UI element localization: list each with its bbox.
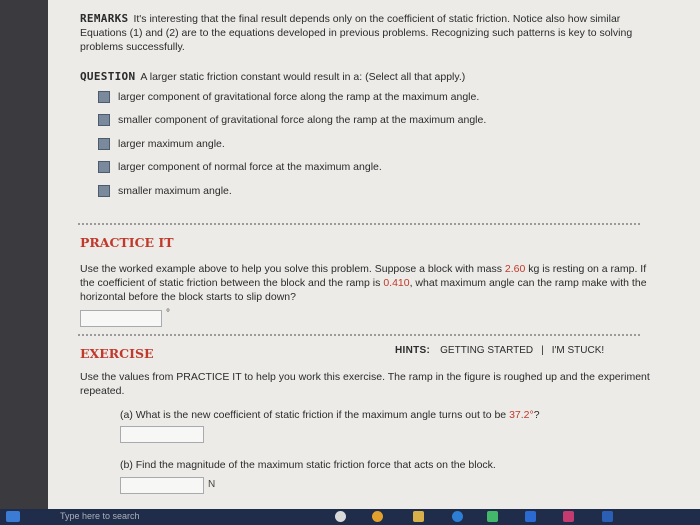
option-label: smaller component of gravitational force… <box>118 114 487 127</box>
option-label: smaller maximum angle. <box>118 184 232 197</box>
checkbox[interactable] <box>98 90 110 103</box>
checkbox[interactable] <box>98 184 110 197</box>
practice-text-part: Use the worked example above to help you… <box>80 263 505 275</box>
windows-start-icon[interactable] <box>6 511 20 522</box>
exercise-heading: EXERCISE <box>80 346 154 361</box>
option-larger-gravity-component[interactable]: larger component of gravitational force … <box>98 85 598 109</box>
section-divider <box>78 334 640 336</box>
part-b-answer-input[interactable] <box>120 477 204 494</box>
degree-unit: ° <box>166 308 170 319</box>
newton-unit: N <box>208 479 216 490</box>
remarks-text: It's interesting that the final result d… <box>80 13 633 53</box>
checkbox[interactable] <box>98 137 110 150</box>
angle-value: 37.2° <box>509 409 534 421</box>
part-a-text-part: ? <box>533 409 540 421</box>
remarks-section: REMARKS It's interesting that the final r… <box>80 12 650 54</box>
option-larger-normal-component[interactable]: larger component of normal force at the … <box>98 156 598 180</box>
practice-answer-input[interactable] <box>80 310 162 327</box>
mu-value: 0.410 <box>383 277 410 289</box>
option-label: larger component of normal force at the … <box>118 161 382 174</box>
option-smaller-gravity-component[interactable]: smaller component of gravitational force… <box>98 109 598 133</box>
question-text: A larger static friction constant would … <box>140 71 466 83</box>
edge-icon[interactable] <box>452 511 463 522</box>
browser-icon[interactable] <box>335 511 346 522</box>
chrome-icon[interactable] <box>372 511 383 522</box>
part-b-text: (b) Find the magnitude of the maximum st… <box>120 459 496 471</box>
app-icon[interactable] <box>525 511 536 522</box>
app-icon[interactable] <box>487 511 498 522</box>
mass-value: 2.60 <box>504 263 526 275</box>
practice-heading: PRACTICE IT <box>80 235 174 250</box>
part-a-answer-input[interactable] <box>120 426 204 443</box>
option-larger-max-angle[interactable]: larger maximum angle. <box>98 132 598 156</box>
im-stuck-link[interactable]: I'M STUCK! <box>552 345 604 356</box>
question-section: QUESTION A larger static friction constan… <box>80 70 650 84</box>
option-label: larger component of gravitational force … <box>118 90 480 103</box>
remarks-label: REMARKS <box>80 12 129 25</box>
part-a-text: (a) What is the new coefficient of stati… <box>120 408 640 422</box>
exercise-intro: Use the values from PRACTICE IT to help … <box>80 371 650 397</box>
question-options: larger component of gravitational force … <box>98 85 598 203</box>
word-icon[interactable] <box>602 511 613 522</box>
getting-started-link[interactable]: GETTING STARTED <box>440 345 533 356</box>
practice-text: Use the worked example above to help you… <box>80 262 650 304</box>
checkbox[interactable] <box>98 114 110 127</box>
section-divider <box>78 223 640 225</box>
taskbar-search[interactable]: Type here to search <box>60 511 140 521</box>
file-explorer-icon[interactable] <box>413 511 424 522</box>
checkbox[interactable] <box>98 161 110 174</box>
part-a-text-part: (a) What is the new coefficient of stati… <box>120 409 510 421</box>
option-smaller-max-angle[interactable]: smaller maximum angle. <box>98 179 598 203</box>
hints-bar: HINTS: GETTING STARTED | I'M STUCK! <box>395 345 604 356</box>
option-label: larger maximum angle. <box>118 137 225 150</box>
app-icon[interactable] <box>563 511 574 522</box>
question-label: QUESTION <box>80 70 136 83</box>
hints-label: HINTS: <box>395 345 431 356</box>
hints-separator: | <box>541 345 544 356</box>
